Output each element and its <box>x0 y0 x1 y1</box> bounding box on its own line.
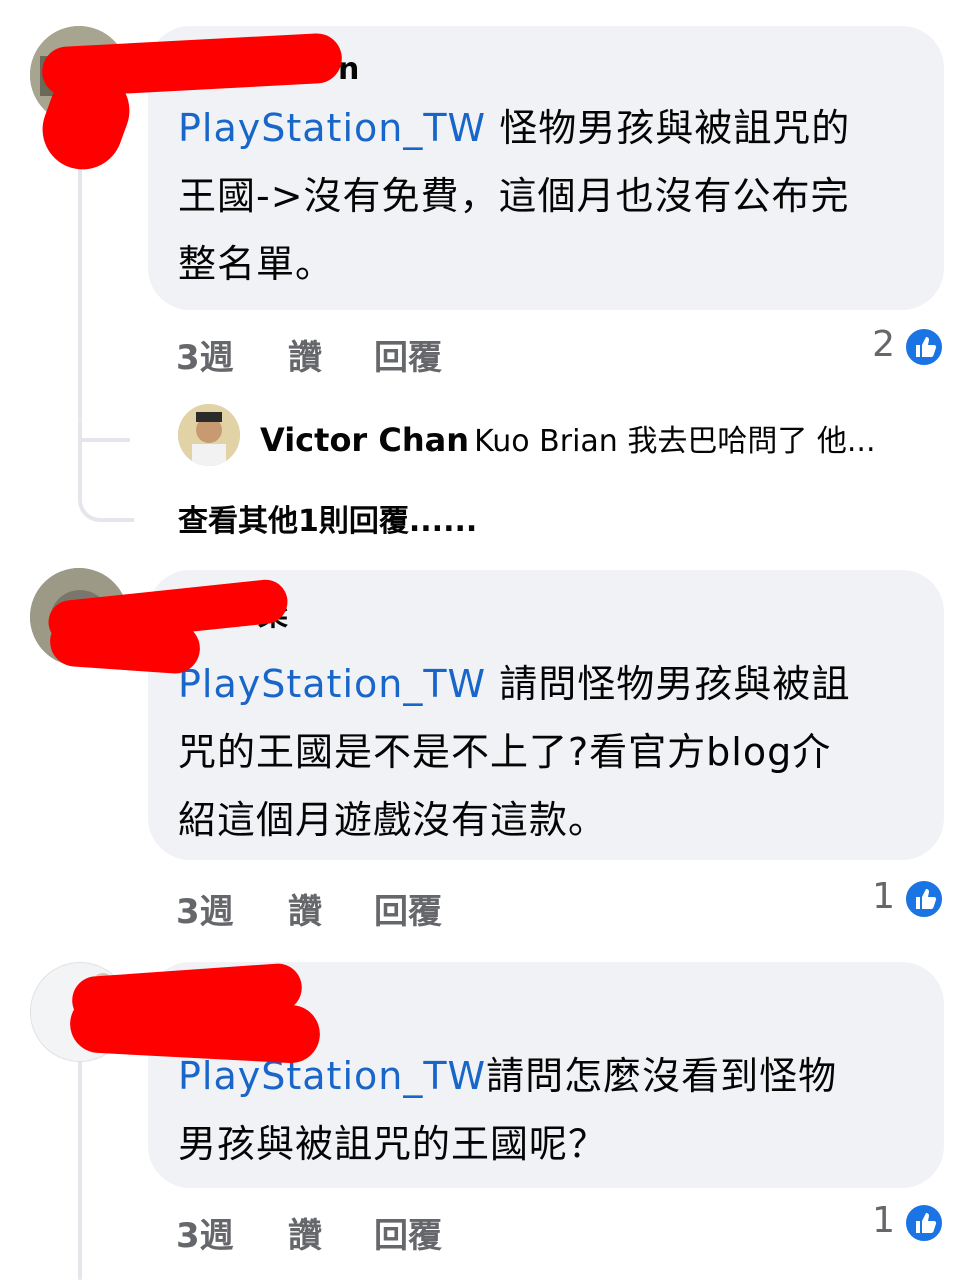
thumbs-up-icon <box>903 1202 945 1244</box>
reaction-count: 1 <box>872 876 895 917</box>
like-button[interactable]: 讚 <box>288 1208 322 1257</box>
comment-time[interactable]: 3週 <box>176 884 234 933</box>
view-more-replies-link[interactable]: 查看其他1則回覆...... <box>178 496 477 540</box>
comment-text: PlayStation_TW 請問怪物男孩與被詛 咒的王國是不是不上了?看官方b… <box>178 662 851 842</box>
reply-preview[interactable]: Victor Chan Kuo Brian 我去巴哈問了 他... <box>178 404 938 470</box>
reply-avatar[interactable] <box>178 404 240 466</box>
reply-button[interactable]: 回覆 <box>374 330 442 379</box>
thread-line <box>78 1060 82 1280</box>
comment-time[interactable]: 3週 <box>176 1208 234 1257</box>
reaction-summary[interactable]: 2 <box>825 324 945 368</box>
reply-button[interactable]: 回覆 <box>374 1208 442 1257</box>
reaction-summary[interactable]: 1 <box>825 1200 945 1244</box>
comment-text: PlayStation_TW 怪物男孩與被詛咒的 王國->沒有免費，這個月也沒有… <box>178 106 851 286</box>
reply-author[interactable]: Victor Chan <box>260 421 469 459</box>
like-button[interactable]: 讚 <box>288 330 322 379</box>
thumbs-up-icon <box>903 326 945 368</box>
like-button[interactable]: 讚 <box>288 884 322 933</box>
reply-button[interactable]: 回覆 <box>374 884 442 933</box>
reply-text: Kuo Brian 我去巴哈問了 他... <box>474 424 876 459</box>
thumbs-up-icon <box>903 878 945 920</box>
mention-link[interactable]: PlayStation_TW <box>178 662 486 706</box>
redaction-mark <box>48 614 202 676</box>
reaction-count: 2 <box>872 324 895 365</box>
reaction-summary[interactable]: 1 <box>825 876 945 920</box>
more-replies-connector <box>78 420 134 522</box>
avatar-photo-icon <box>178 404 240 466</box>
reaction-count: 1 <box>872 1200 895 1241</box>
mention-link[interactable]: PlayStation_TW <box>178 106 486 150</box>
mention-link[interactable]: PlayStation_TW <box>178 1054 486 1098</box>
comment-time[interactable]: 3週 <box>176 330 234 379</box>
